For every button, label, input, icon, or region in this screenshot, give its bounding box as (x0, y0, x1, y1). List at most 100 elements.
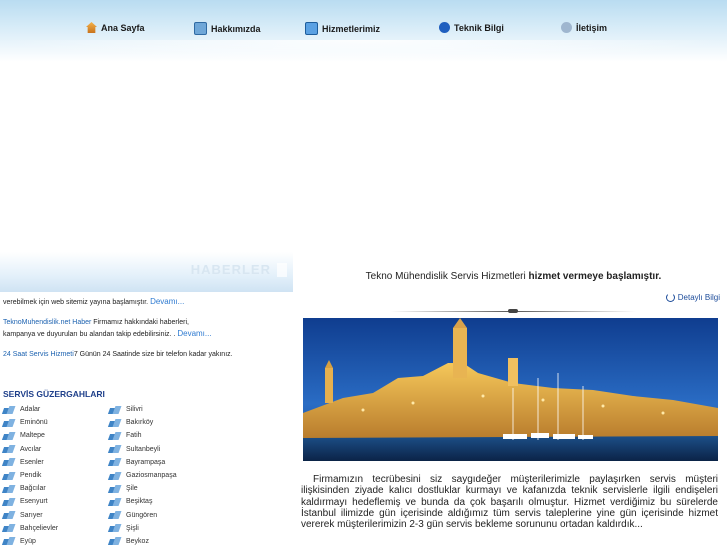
news-item-text: 7 Günün 24 Saatinde size bir telefon kad… (73, 351, 233, 358)
home-icon (86, 22, 97, 33)
nav-item-tech-info[interactable]: Teknik Bilgi (439, 22, 504, 33)
route-item[interactable]: Bahçelievler (3, 522, 58, 535)
route-arrow-icon (3, 498, 15, 506)
route-label: Fatih (126, 432, 142, 440)
route-item[interactable]: Esenler (3, 456, 58, 469)
news-item-2: TeknoMuhendislik.net Haber Firmamız hakk… (3, 317, 291, 340)
route-item[interactable]: Şile (109, 482, 177, 495)
route-item[interactable]: Bakırköy (109, 416, 177, 429)
route-label: Bakırköy (126, 419, 154, 427)
news-item-text: Firmamız hakkındaki haberleri, (93, 319, 189, 326)
route-label: Adalar (20, 406, 41, 414)
route-arrow-icon (109, 498, 121, 506)
headline-text: Tekno Mühendislik Servis Hizmetleri (365, 271, 526, 282)
route-label: Sarıyer (20, 511, 43, 519)
route-item[interactable]: Avcılar (3, 443, 58, 456)
route-arrow-icon (109, 472, 121, 480)
info-icon (439, 22, 450, 33)
divider-ornament (508, 309, 518, 313)
nav-item-contact[interactable]: İletişim (561, 22, 607, 33)
route-arrow-icon (3, 537, 15, 545)
route-item[interactable]: Gaziosmanpaşa (109, 469, 177, 482)
document-icon (194, 22, 207, 35)
route-item[interactable]: Maltepe (3, 429, 58, 442)
refresh-icon (665, 293, 675, 302)
news-header-decoration (277, 263, 287, 277)
route-label: Gaziosmanpaşa (126, 472, 177, 480)
main-headline: Tekno Mühendislik Servis Hizmetleri hizm… (300, 271, 727, 282)
route-arrow-icon (3, 445, 15, 453)
route-label: Maltepe (20, 432, 45, 440)
route-item[interactable]: Beykoz (109, 535, 177, 548)
route-item[interactable]: Silivri (109, 403, 177, 416)
route-label: Avcılar (20, 445, 42, 453)
route-item[interactable]: Şişli (109, 522, 177, 535)
detail-info-label: Detaylı Bilgi (677, 293, 720, 302)
routes-column-1: Adalar Eminönü Maltepe Avcılar Esenler P… (3, 403, 58, 548)
nav-item-services[interactable]: Hizmetlerimiz (305, 22, 380, 35)
route-arrow-icon (3, 406, 15, 414)
route-label: Şişli (126, 524, 139, 532)
news-header-title: HABERLER (190, 262, 271, 277)
nav-label: Hakkımızda (211, 23, 261, 34)
nav-item-about[interactable]: Hakkımızda (194, 22, 261, 35)
news-item-title[interactable]: 24 Saat Servis Hizmeti (3, 351, 74, 358)
route-label: Bayrampaşa (126, 458, 166, 466)
route-arrow-icon (3, 419, 15, 427)
news-more-link[interactable]: Devamı... (177, 329, 211, 338)
route-arrow-icon (109, 445, 121, 453)
route-arrow-icon (109, 419, 121, 427)
route-item[interactable]: Eyüp (3, 535, 58, 548)
route-label: Bahçelievler (20, 524, 59, 532)
route-item[interactable]: Pendik (3, 469, 58, 482)
route-arrow-icon (109, 432, 121, 440)
route-arrow-icon (109, 406, 121, 414)
route-item[interactable]: Fatih (109, 429, 177, 442)
news-item-text: kampanya ve duyuruları bu alandan takip … (3, 331, 176, 338)
route-arrow-icon (3, 524, 15, 532)
route-label: Bağcılar (20, 485, 46, 493)
route-arrow-icon (109, 458, 121, 466)
routes-title: SERVİS GÜZERGAHLARI (3, 389, 105, 399)
route-label: Eminönü (20, 419, 48, 427)
route-arrow-icon (3, 472, 15, 480)
news-item-title[interactable]: TeknoMuhendislik.net Haber (3, 319, 91, 326)
nav-label: İletişim (576, 22, 608, 33)
route-label: Eyüp (20, 537, 36, 545)
route-arrow-icon (109, 537, 121, 545)
top-navigation: Ana Sayfa Hakkımızda Hizmetlerimiz Tekni… (0, 0, 727, 64)
route-arrow-icon (3, 511, 15, 519)
route-item[interactable]: Güngören (109, 509, 177, 522)
news-more-link[interactable]: Devamı... (150, 297, 184, 306)
route-label: Beşiktaş (126, 498, 153, 506)
route-arrow-icon (3, 458, 15, 466)
route-item[interactable]: Sarıyer (3, 509, 58, 522)
route-label: Şile (126, 485, 138, 493)
route-label: Pendik (20, 472, 42, 480)
route-arrow-icon (109, 524, 121, 532)
route-item[interactable]: Eminönü (3, 416, 58, 429)
route-item[interactable]: Sultanbeyli (109, 443, 177, 456)
nav-label: Teknik Bilgi (454, 22, 504, 33)
route-item[interactable]: Bağcılar (3, 482, 58, 495)
about-paragraph: Firmamızın tecrübesini siz saygıdeğer mü… (301, 474, 718, 531)
route-item[interactable]: Esenyurt (3, 495, 58, 508)
route-label: Esenler (20, 458, 44, 466)
route-item[interactable]: Bayrampaşa (109, 456, 177, 469)
route-item[interactable]: Adalar (3, 403, 58, 416)
city-night-photo (303, 318, 718, 461)
route-item[interactable]: Beşiktaş (109, 495, 177, 508)
search-icon (561, 22, 572, 33)
route-label: Sultanbeyli (126, 445, 161, 453)
news-item-1: verebilmek için web sitemiz yayına başla… (3, 296, 291, 308)
routes-column-2: Silivri Bakırköy Fatih Sultanbeyli Bayra… (109, 403, 177, 548)
route-arrow-icon (109, 511, 121, 519)
list-icon (305, 22, 318, 35)
news-item-text: verebilmek için web sitemiz yayına başla… (3, 299, 149, 306)
photo-illustration (303, 318, 718, 461)
nav-item-home[interactable]: Ana Sayfa (86, 22, 145, 33)
detail-info-link[interactable]: Detaylı Bilgi (665, 293, 720, 302)
route-label: Güngören (126, 511, 158, 519)
nav-label: Hizmetlerimiz (322, 23, 381, 34)
nav-label: Ana Sayfa (101, 22, 145, 33)
